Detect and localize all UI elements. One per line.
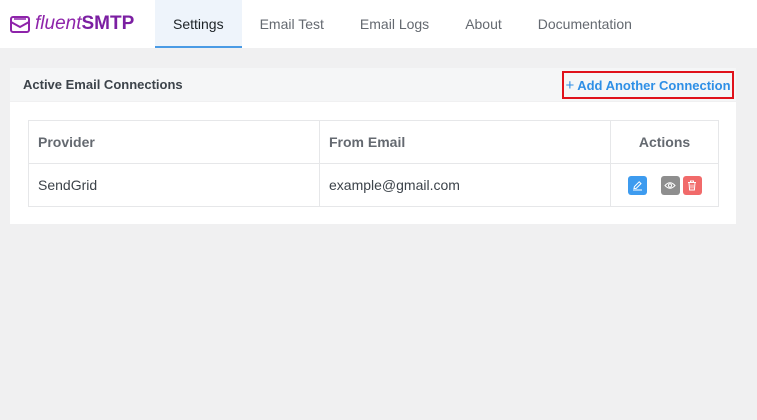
tab-settings[interactable]: Settings — [155, 0, 242, 48]
tab-email-logs[interactable]: Email Logs — [342, 0, 447, 48]
edit-connection-button[interactable] — [627, 175, 647, 195]
panel-title: Active Email Connections — [23, 77, 183, 92]
column-header-actions: Actions — [610, 120, 719, 164]
tab-about[interactable]: About — [447, 0, 520, 48]
cell-provider: SendGrid — [28, 163, 320, 207]
table-row: SendGrid example@gmail.com — [28, 163, 719, 207]
column-header-from-email: From Email — [319, 120, 611, 164]
eye-icon — [664, 181, 676, 190]
envelope-logo-icon — [9, 14, 30, 34]
add-connection-label: Add Another Connection — [577, 77, 731, 93]
panel-header: Active Email Connections + Add Another C… — [10, 68, 736, 102]
tab-email-test[interactable]: Email Test — [242, 0, 342, 48]
table-header-row: Provider From Email Actions — [28, 120, 719, 164]
connections-table: Provider From Email Actions SendGrid exa… — [28, 120, 719, 207]
top-navigation-bar: fluentSMTP Settings Email Test Email Log… — [0, 0, 757, 48]
add-another-connection-button[interactable]: + Add Another Connection — [562, 71, 734, 99]
cell-from-email: example@gmail.com — [319, 163, 611, 207]
active-connections-panel: Active Email Connections + Add Another C… — [10, 68, 736, 224]
brand-name: fluentSMTP — [35, 13, 134, 35]
view-connection-button[interactable] — [660, 175, 680, 195]
brand-name-part1: fluent — [35, 13, 82, 34]
trash-icon — [687, 180, 697, 191]
brand-name-part2: SMTP — [81, 13, 135, 34]
plus-icon: + — [565, 76, 575, 94]
brand-logo[interactable]: fluentSMTP — [0, 0, 155, 48]
delete-connection-button[interactable] — [682, 175, 702, 195]
cell-actions — [610, 163, 719, 207]
edit-pencil-icon — [632, 180, 643, 191]
main-nav-tabs: Settings Email Test Email Logs About Doc… — [155, 0, 650, 48]
column-header-provider: Provider — [28, 120, 320, 164]
tab-documentation[interactable]: Documentation — [520, 0, 650, 48]
